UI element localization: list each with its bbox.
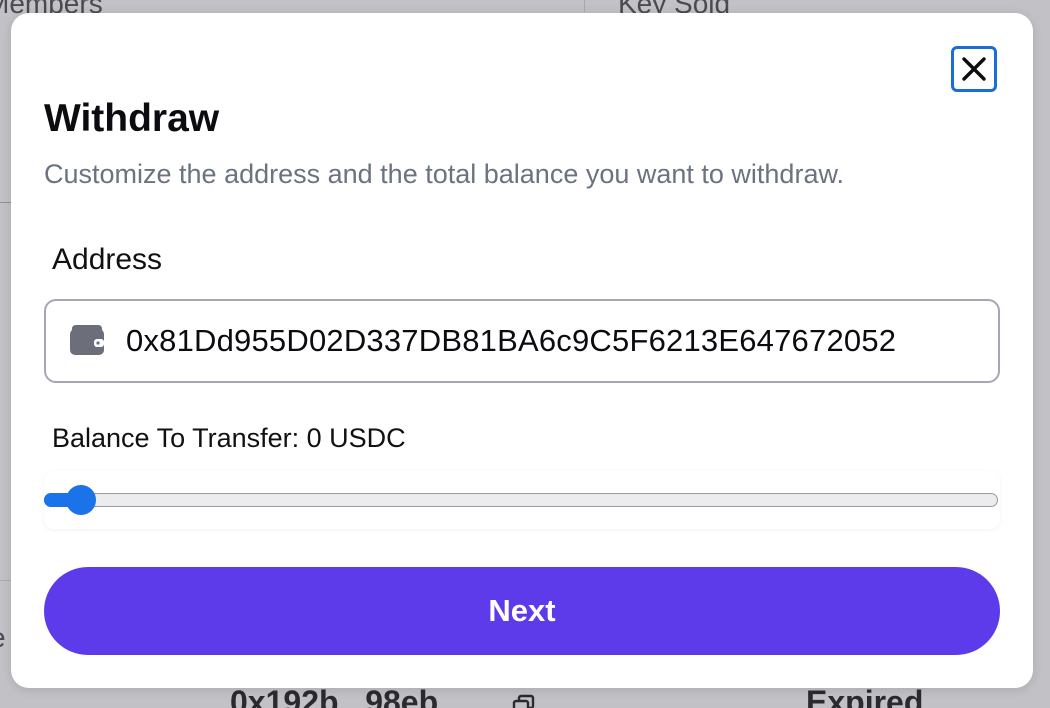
slider-track[interactable] xyxy=(44,493,998,507)
copy-icon xyxy=(512,694,535,708)
address-field[interactable] xyxy=(44,299,1000,383)
withdraw-modal: Withdraw Customize the address and the t… xyxy=(11,13,1033,688)
balance-label: Balance To Transfer: 0 USDC xyxy=(52,423,406,453)
stat-divider xyxy=(584,0,585,12)
modal-title: Withdraw xyxy=(44,97,220,140)
balance-slider[interactable] xyxy=(44,471,1000,529)
left-edge-text: e xyxy=(0,622,6,654)
slider-thumb[interactable] xyxy=(66,485,96,515)
next-button[interactable]: Next xyxy=(44,567,1000,655)
address-label: Address xyxy=(52,243,163,276)
wallet-icon xyxy=(70,325,104,355)
address-input[interactable] xyxy=(126,315,986,367)
stat-value: 0 xyxy=(0,66,1,105)
modal-subtitle: Customize the address and the total bala… xyxy=(44,159,844,189)
close-button[interactable] xyxy=(951,46,997,92)
close-icon xyxy=(962,57,986,81)
